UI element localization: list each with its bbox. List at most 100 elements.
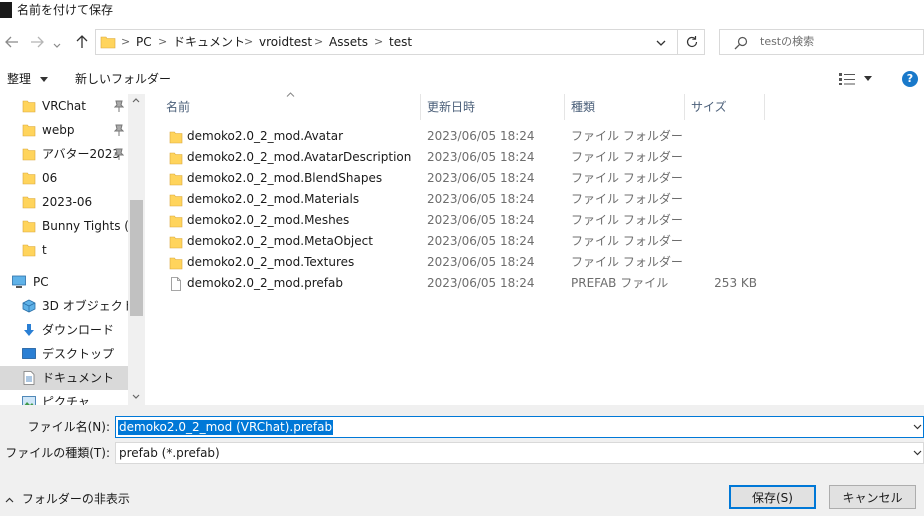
organize-button[interactable]: 整理 <box>7 71 48 87</box>
sidebar-item-desktop[interactable]: デスクトップ <box>0 342 128 366</box>
filetype-value: prefab (*.prefab) <box>119 446 220 460</box>
3d-objects-icon <box>22 299 36 313</box>
file-date: 2023/06/05 18:24 <box>427 171 535 185</box>
file-type: ファイル フォルダー <box>571 213 683 227</box>
hide-folders-label: フォルダーの非表示 <box>21 492 130 506</box>
view-options-button[interactable] <box>838 71 874 87</box>
sidebar-item-3d-objects[interactable]: 3D オブジェクト <box>0 294 128 318</box>
app-icon <box>0 2 12 18</box>
save-button[interactable]: 保存(S) <box>729 485 816 509</box>
column-divider[interactable] <box>764 94 765 120</box>
sidebar-item-label: デスクトップ <box>42 347 115 361</box>
sidebar-scrollbar-thumb[interactable] <box>130 200 143 316</box>
breadcrumb-assets[interactable]: Assets <box>329 30 368 54</box>
hide-folders-toggle[interactable]: フォルダーの非表示 <box>5 491 130 507</box>
sidebar-item-label: ダウンロード <box>42 323 115 337</box>
chevron-down-icon[interactable] <box>132 394 140 399</box>
chevron-down-icon[interactable] <box>913 424 922 430</box>
sidebar-item-bunny-tights[interactable]: Bunny Tights (In <box>0 214 128 238</box>
help-icon[interactable]: ? <box>902 71 918 87</box>
file-row[interactable]: demoko2.0_2_mod.prefab 2023/06/05 18:24 … <box>164 273 924 294</box>
folder-icon <box>22 220 36 233</box>
chevron-up-icon[interactable] <box>132 98 140 103</box>
arrow-up-icon <box>76 35 88 48</box>
file-type: ファイル フォルダー <box>571 150 683 164</box>
folder-icon <box>169 173 183 186</box>
file-type: ファイル フォルダー <box>571 171 683 185</box>
refresh-icon <box>686 36 697 48</box>
arrow-left-icon <box>5 36 18 48</box>
sidebar-item-06[interactable]: 06 <box>0 166 128 190</box>
breadcrumb-test[interactable]: test <box>389 30 412 54</box>
navigation-pane[interactable]: VRChat webp アバター2023 06 2023-06 Bunny Ti… <box>0 94 145 405</box>
chevron-right-icon: > <box>244 35 254 48</box>
folder-icon <box>22 148 36 161</box>
computer-icon <box>12 275 26 288</box>
file-name: demoko2.0_2_mod.AvatarDescription <box>187 150 412 164</box>
chevron-right-icon: > <box>121 35 131 48</box>
file-date: 2023/06/05 18:24 <box>427 234 535 248</box>
sort-ascending-icon <box>286 92 295 97</box>
column-header-name[interactable]: 名前 <box>166 94 190 120</box>
refresh-button[interactable] <box>677 29 705 55</box>
file-row[interactable]: demoko2.0_2_mod.Materials 2023/06/05 18:… <box>164 189 924 210</box>
address-dropdown-icon[interactable] <box>656 40 666 47</box>
sidebar-item-webp[interactable]: webp <box>0 118 128 142</box>
column-divider[interactable] <box>564 94 565 120</box>
folder-icon <box>169 152 183 165</box>
folder-icon <box>22 124 36 137</box>
up-button[interactable] <box>73 33 91 51</box>
address-bar[interactable]: > PC > ドキュメント > vroidtest > Assets > tes… <box>95 29 705 55</box>
folder-icon <box>169 215 183 228</box>
chevron-down-icon <box>53 43 61 48</box>
column-header-date[interactable]: 更新日時 <box>427 94 475 120</box>
recent-locations-button[interactable] <box>52 37 62 55</box>
details-view-icon <box>839 73 855 85</box>
new-folder-button[interactable]: 新しいフォルダー <box>75 71 171 87</box>
search-icon <box>734 36 748 50</box>
search-input[interactable] <box>719 29 924 55</box>
column-header-size[interactable]: サイズ <box>691 94 727 120</box>
sidebar-item-label: webp <box>42 123 75 137</box>
sidebar-item-label: PC <box>33 275 49 289</box>
file-row[interactable]: demoko2.0_2_mod.MetaObject 2023/06/05 18… <box>164 231 924 252</box>
file-icon <box>171 277 181 291</box>
folder-icon <box>22 244 36 257</box>
file-row[interactable]: demoko2.0_2_mod.Textures 2023/06/05 18:2… <box>164 252 924 273</box>
file-row[interactable]: demoko2.0_2_mod.Avatar 2023/06/05 18:24 … <box>164 126 924 147</box>
file-name: demoko2.0_2_mod.prefab <box>187 276 343 290</box>
file-type: ファイル フォルダー <box>571 255 683 269</box>
sidebar-item-vrchat[interactable]: VRChat <box>0 94 128 118</box>
sidebar-item-avatar2023[interactable]: アバター2023 <box>0 142 128 166</box>
breadcrumb-documents[interactable]: ドキュメント <box>173 30 245 54</box>
breadcrumb-vroidtest[interactable]: vroidtest <box>259 30 312 54</box>
breadcrumb-pc[interactable]: PC <box>136 30 152 54</box>
filetype-label: ファイルの種類(T): <box>5 446 110 460</box>
file-name: demoko2.0_2_mod.BlendShapes <box>187 171 383 185</box>
pin-icon <box>114 100 124 112</box>
file-row[interactable]: demoko2.0_2_mod.AvatarDescription 2023/0… <box>164 147 924 168</box>
sidebar-item-t[interactable]: t <box>0 238 128 262</box>
filetype-select[interactable]: prefab (*.prefab) <box>115 442 924 464</box>
file-name: demoko2.0_2_mod.Meshes <box>187 213 350 227</box>
arrow-right-icon <box>31 36 44 48</box>
folder-icon <box>169 194 183 207</box>
forward-button[interactable] <box>28 33 46 51</box>
file-row[interactable]: demoko2.0_2_mod.Meshes 2023/06/05 18:24 … <box>164 210 924 231</box>
sidebar-item-label: アバター2023 <box>42 147 121 161</box>
sidebar-item-pc[interactable]: PC <box>0 270 128 294</box>
sidebar-item-documents[interactable]: ドキュメント <box>0 366 128 390</box>
file-row[interactable]: demoko2.0_2_mod.BlendShapes 2023/06/05 1… <box>164 168 924 189</box>
sidebar-item-pictures[interactable]: ピクチャ <box>0 390 128 405</box>
file-type: PREFAB ファイル <box>571 276 669 290</box>
column-header-type[interactable]: 種類 <box>571 94 595 120</box>
back-button[interactable] <box>3 33 21 51</box>
sidebar-item-label: ドキュメント <box>42 371 115 385</box>
cancel-button[interactable]: キャンセル <box>829 485 916 509</box>
sidebar-item-2023-06[interactable]: 2023-06 <box>0 190 128 214</box>
sidebar-item-downloads[interactable]: ダウンロード <box>0 318 128 342</box>
column-divider[interactable] <box>420 94 421 120</box>
column-divider[interactable] <box>684 94 685 120</box>
filename-input[interactable]: demoko2.0_2_mod (VRChat).prefab <box>115 416 924 438</box>
sidebar-item-label: VRChat <box>42 99 86 113</box>
